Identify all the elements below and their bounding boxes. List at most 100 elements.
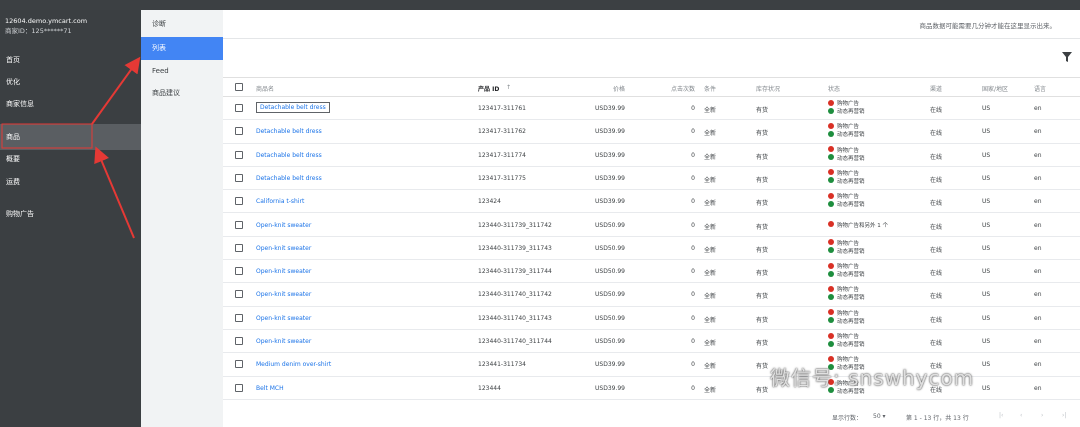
row-checkbox[interactable] (235, 383, 243, 392)
row-checkbox[interactable] (235, 150, 243, 159)
table-row[interactable]: Open-knit sweater 123440-311739_311743 USD… (223, 237, 1080, 261)
clicks: 0 (691, 128, 695, 136)
country: US (982, 314, 991, 322)
clicks: 0 (691, 198, 695, 206)
table-row[interactable]: Open-knit sweater 123440-311740_311744 USD… (223, 330, 1080, 354)
col-country[interactable]: 国家/地区 (982, 84, 1008, 93)
country: US (982, 128, 991, 136)
row-checkbox[interactable] (235, 337, 243, 345)
col-status[interactable]: 状态 (828, 84, 840, 93)
table-row[interactable]: Detachable belt dress 123417-311774 USD39.… (223, 144, 1080, 167)
status-cell: 购物广告 动态再营销 (828, 332, 865, 349)
product-title-link[interactable]: Belt MCH (256, 385, 284, 392)
status-line: 购物广告 (828, 192, 865, 201)
row-checkbox[interactable] (235, 290, 243, 299)
table-row[interactable]: Open-knit sweater 123440-311739_311742 USD… (223, 214, 1080, 237)
row-checkbox[interactable] (235, 360, 243, 369)
status-text: 购物广告 (837, 334, 860, 340)
status-text: 购物广告和另外 1 个 (837, 222, 888, 229)
channel: 在线 (930, 270, 943, 278)
condition: 全新 (704, 270, 717, 278)
condition: 全新 (704, 153, 717, 161)
table-row[interactable]: Detachable belt dress 123417-311761 USD39.… (223, 97, 1080, 121)
availability: 有货 (756, 223, 769, 231)
row-checkbox[interactable] (235, 173, 243, 182)
status-line: 动态再营销 (828, 177, 865, 186)
status-line: 动态再营销 (828, 340, 865, 349)
sidebar-item-merchant-info[interactable]: 商家信息 (0, 91, 141, 117)
product-title-link[interactable]: Open-knit sweater (256, 222, 311, 229)
table-row[interactable]: California t-shirt 123424 USD39.99 0 全新 有货 购物广… (223, 190, 1080, 214)
col-title[interactable]: 商品名 (256, 84, 274, 93)
row-checkbox[interactable] (235, 220, 243, 229)
table-row[interactable]: Open-knit sweater 123440-311740_311743 USD… (223, 307, 1080, 330)
check-icon (828, 247, 834, 254)
subnav-item-list[interactable]: 列表 (141, 37, 223, 60)
product-title-link[interactable]: California t-shirt (256, 198, 304, 205)
status-line: 购物广告和另外 1 个 (828, 221, 888, 230)
col-language[interactable]: 语言 (1034, 84, 1046, 93)
clicks: 0 (691, 268, 695, 276)
channel: 在线 (930, 153, 943, 161)
product-title-link[interactable]: Open-knit sweater (256, 245, 311, 252)
product-title-link[interactable]: Open-knit sweater (256, 268, 311, 275)
sort-ascending-icon[interactable]: ↑ (506, 84, 511, 91)
table-row[interactable]: Open-knit sweater 123440-311739_311744 USD… (223, 260, 1080, 284)
row-checkbox[interactable] (235, 127, 243, 136)
status-cell: 购物广告 动态再营销 (828, 192, 865, 209)
col-channel[interactable]: 渠道 (930, 84, 942, 93)
product-id: 123440-311739_311744 (478, 268, 552, 276)
row-checkbox[interactable] (235, 313, 243, 322)
clicks: 0 (691, 361, 695, 369)
first-page-icon[interactable]: |‹ (999, 412, 1003, 419)
account-domain: 12604.demo.ymcart.com (5, 17, 88, 25)
col-product-id[interactable]: 产品 ID (478, 84, 499, 93)
status-line: 动态再营销 (828, 317, 865, 326)
condition: 全新 (704, 363, 717, 371)
subnav-item-feed[interactable]: Feed (141, 60, 223, 83)
filter-icon[interactable] (1062, 52, 1072, 62)
col-price[interactable]: 价格 (583, 84, 625, 93)
subnav-item-diagnostics[interactable]: 诊断 (141, 13, 223, 36)
row-checkbox[interactable] (235, 197, 243, 206)
price: USD39.99 (595, 128, 625, 136)
row-checkbox[interactable] (235, 243, 243, 252)
row-checkbox[interactable] (235, 104, 243, 112)
col-availability[interactable]: 库存状况 (756, 84, 780, 93)
price: USD50.99 (595, 291, 625, 299)
next-page-icon[interactable]: › (1041, 412, 1043, 419)
col-condition[interactable]: 条件 (704, 84, 716, 93)
product-title-link[interactable]: Open-knit sweater (256, 291, 311, 298)
error-icon (828, 332, 834, 339)
rows-per-page-select[interactable]: 50 ▾ (873, 413, 886, 420)
availability: 有货 (756, 316, 769, 324)
last-page-icon[interactable]: ›| (1062, 412, 1066, 419)
table-row[interactable]: Open-knit sweater 123440-311740_311742 USD… (223, 283, 1080, 307)
country: US (982, 198, 991, 206)
language: en (1034, 151, 1042, 159)
col-clicks[interactable]: 点击次数 (653, 84, 695, 93)
subnav-item-suggestions[interactable]: 商品建议 (141, 82, 223, 105)
sidebar-item-shipping[interactable]: 运费 (0, 169, 141, 195)
product-title-link[interactable]: Detachable belt dress (256, 128, 322, 135)
country: US (982, 361, 991, 369)
product-title-link[interactable]: Medium denim over-shirt (256, 361, 331, 368)
product-title-link[interactable]: Open-knit sweater (256, 338, 311, 345)
status-cell: 购物广告 动态再营销 (828, 239, 865, 256)
row-checkbox[interactable] (235, 267, 243, 276)
clicks: 0 (691, 244, 695, 252)
status-text: 购物广告 (837, 101, 860, 107)
product-title-link[interactable]: Detachable belt dress (256, 102, 330, 113)
pagination-range: 第 1 - 13 行，共 13 行 (906, 415, 969, 422)
select-all-checkbox[interactable] (235, 83, 243, 91)
status-text: 购物广告 (837, 264, 860, 271)
prev-page-icon[interactable]: ‹ (1020, 412, 1022, 419)
sub-navigation: 诊断 列表 Feed 商品建议 (141, 10, 223, 427)
product-title-link[interactable]: Detachable belt dress (256, 152, 322, 159)
product-title-link[interactable]: Detachable belt dress (256, 175, 322, 182)
sidebar-item-shopping-ads[interactable]: 购物广告 (0, 201, 141, 227)
language: en (1034, 384, 1042, 392)
table-row[interactable]: Detachable belt dress 123417-311762 USD39.… (223, 120, 1080, 144)
table-row[interactable]: Detachable belt dress 123417-311775 USD39.… (223, 167, 1080, 191)
product-title-link[interactable]: Open-knit sweater (256, 315, 311, 322)
